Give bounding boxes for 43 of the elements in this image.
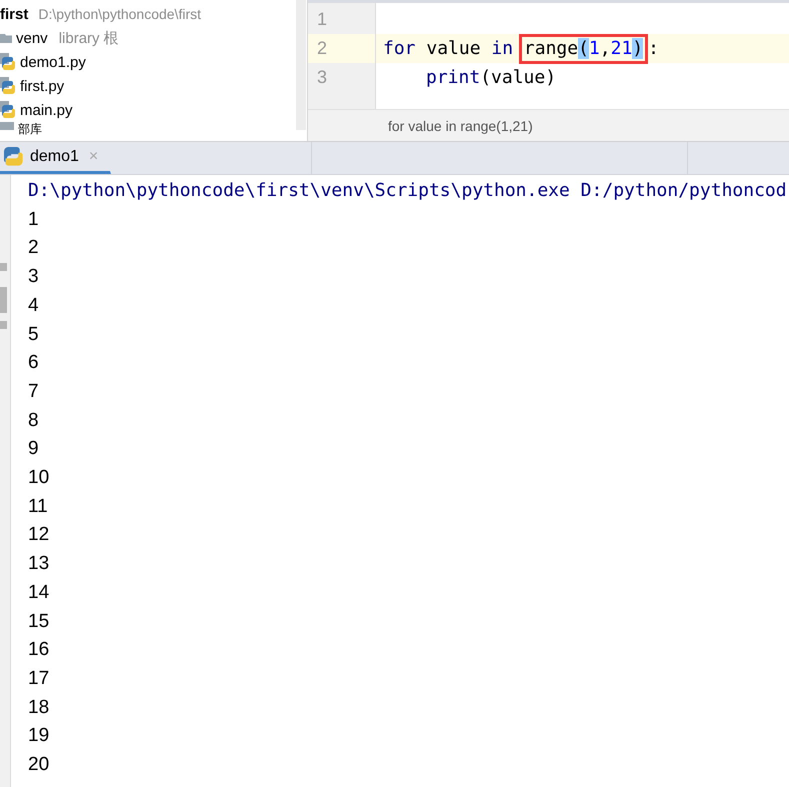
tree-item[interactable]: first.py (20, 78, 64, 94)
library-icon (0, 122, 14, 130)
tree-item-note: library 根 (58, 28, 119, 48)
console-output: 11 (28, 494, 49, 519)
breadcrumb[interactable]: for value in range(1,21) (388, 118, 533, 134)
python-file-icon (0, 53, 16, 71)
console-output: 15 (28, 610, 50, 634)
console-output: 17 (28, 666, 50, 691)
console-output: 12 (28, 523, 50, 548)
console-output: 9 (28, 437, 40, 462)
project-root-name[interactable]: first (0, 6, 28, 22)
tree-item[interactable]: venv (16, 30, 48, 46)
python-file-icon (0, 101, 16, 119)
line-number: 1 (316, 8, 328, 31)
python-icon (4, 146, 24, 166)
project-path: D:\python\pythoncode\first (38, 6, 201, 22)
console-command: D:\python\pythoncode\first\venv\Scripts\python.exe D:/python/pythoncod (28, 179, 788, 203)
highlight-box: range(1,21) (518, 34, 648, 64)
console-output: 10 (28, 466, 50, 490)
console-output: 20 (28, 753, 50, 778)
line-number: 3 (316, 66, 328, 89)
line-number: 2 (308, 34, 375, 63)
code-line: print(value) (425, 66, 558, 90)
run-tab[interactable]: demo1 × (0, 142, 112, 174)
console-output: 7 (28, 380, 40, 404)
console-output: 6 (28, 351, 40, 376)
console-output: 3 (28, 265, 40, 290)
console-output: 14 (28, 580, 50, 605)
console-output: 13 (28, 552, 50, 576)
scrollbar[interactable] (296, 0, 306, 130)
tree-item[interactable]: main.py (20, 102, 73, 118)
tree-item[interactable]: 部库 (18, 122, 42, 137)
console-output: 4 (28, 294, 40, 318)
console-output: 19 (28, 724, 50, 748)
console-output: 1 (28, 208, 40, 232)
console-output: 5 (28, 322, 40, 347)
console-output: 16 (28, 638, 50, 662)
console-output: 2 (28, 236, 40, 260)
folder-icon (0, 32, 12, 44)
python-file-icon (0, 77, 16, 95)
console-output: 18 (28, 696, 50, 720)
console-output: 8 (28, 408, 40, 433)
tree-item[interactable]: demo1.py (20, 54, 86, 70)
